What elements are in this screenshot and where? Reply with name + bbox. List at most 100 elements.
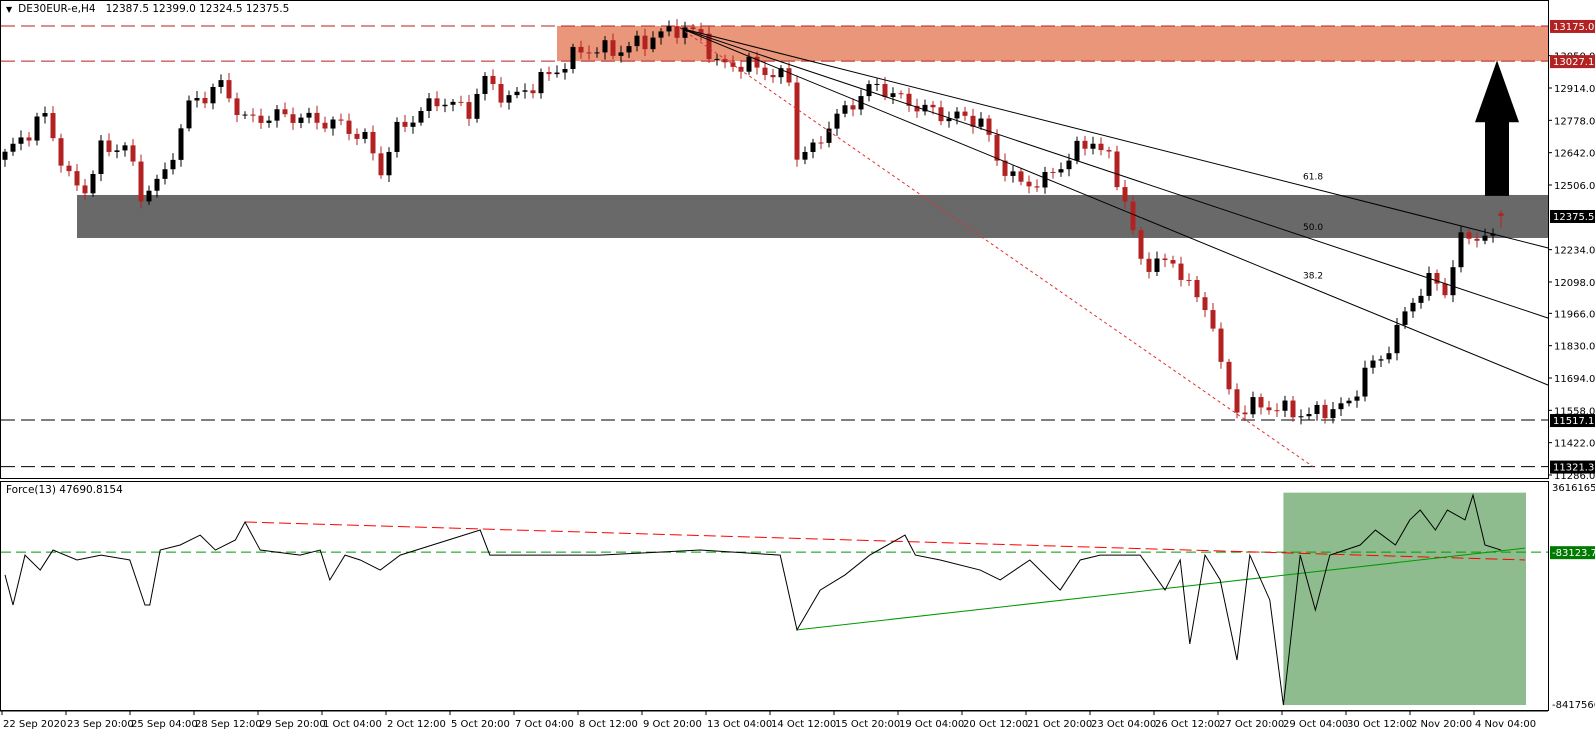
candle-body [1042, 171, 1048, 188]
candle-body [66, 165, 72, 172]
x-axis-label: 2 Nov 20:00 [1411, 719, 1472, 730]
candle-body [802, 151, 808, 160]
x-axis-label: 4 Nov 04:00 [1475, 719, 1536, 730]
candle-body [10, 143, 16, 152]
candle-body [1322, 404, 1328, 419]
candle-body [1290, 400, 1296, 418]
force-highlight-zone [1283, 492, 1526, 706]
candle-body [306, 112, 312, 118]
candle-body [1050, 171, 1056, 173]
candle-body [1482, 235, 1488, 241]
candle-body [82, 185, 88, 194]
candle-body [1098, 143, 1104, 151]
candle-body [1298, 416, 1304, 418]
x-axis-label: 5 Oct 20:00 [451, 719, 510, 730]
candle-body [418, 111, 424, 123]
chart-title: ▼ DE30EUR-e,H4 12387.5 12399.0 12324.5 1… [6, 3, 289, 15]
candle-body [434, 98, 440, 107]
price-tag-label: 11517.1 [1553, 416, 1594, 427]
x-axis-label: 19 Oct 04:00 [899, 719, 964, 730]
candle-body [762, 67, 768, 76]
x-axis-label: 23 Sep 20:00 [67, 719, 134, 730]
candle-body [1394, 324, 1400, 354]
candle-body [1186, 279, 1192, 281]
candle-body [842, 105, 848, 114]
candle-body [50, 113, 56, 139]
candle-body [1090, 143, 1096, 149]
triangle-down-icon[interactable]: ▼ [6, 5, 12, 14]
candle-body [650, 37, 656, 50]
candle-body [338, 119, 344, 121]
candle-body [74, 171, 80, 186]
ohlc-readout: 12387.5 12399.0 12324.5 12375.5 [105, 3, 290, 15]
x-axis-label: 25 Sep 04:00 [131, 719, 198, 730]
indicator-title: Force(13) 47690.8154 [6, 484, 123, 496]
candle-body [658, 31, 664, 38]
candle-body [1018, 171, 1024, 182]
candle-body [194, 97, 200, 101]
candle-body [346, 120, 352, 134]
x-axis-label: 22 Sep 2020 [3, 719, 66, 730]
candle-body [282, 109, 288, 115]
candle-body [1130, 201, 1136, 231]
candle-body [570, 46, 576, 69]
candle-body [610, 40, 616, 56]
candle-body [530, 90, 536, 94]
candle-body [546, 72, 552, 75]
price-tag-label: 13027.1 [1553, 57, 1594, 68]
candle-body [146, 190, 152, 202]
candle-body [1066, 160, 1072, 170]
candle-body [322, 122, 328, 129]
candle-body [890, 93, 896, 97]
candle-body [18, 137, 24, 144]
candle-body [1378, 359, 1384, 361]
candle-body [98, 140, 104, 174]
candle-body [114, 150, 120, 152]
candle-body [442, 104, 448, 107]
x-axis-label: 14 Oct 12:00 [771, 719, 836, 730]
candle-body [1058, 169, 1064, 173]
candle-body [154, 178, 160, 191]
candle-body [1210, 310, 1216, 329]
candle-body [930, 104, 936, 108]
candle-body [170, 159, 176, 170]
candle-body [1034, 186, 1040, 188]
candle-body [1362, 367, 1368, 397]
candle-body [250, 114, 256, 116]
y-axis-label: 12506.0 [1554, 181, 1595, 192]
candle-body [818, 142, 824, 144]
candle-body [514, 91, 520, 96]
fib-fan-label: 38.2 [1303, 272, 1323, 282]
candle-body [1442, 283, 1448, 296]
fib-fan-label: 50.0 [1303, 223, 1323, 233]
candle-body [1282, 400, 1288, 411]
candle-body [1402, 311, 1408, 325]
candle-body [850, 105, 856, 110]
candle-body [42, 113, 48, 117]
candle-body [1138, 230, 1144, 259]
price-tag-label: 12375.5 [1553, 212, 1594, 223]
y-axis-label: 12098.0 [1554, 278, 1595, 289]
candle-body [1474, 238, 1480, 241]
candle-body [578, 46, 584, 53]
candle-body [602, 40, 608, 53]
candle-body [746, 56, 752, 72]
y-axis-label: 11830.0 [1554, 342, 1595, 353]
candle-body [450, 101, 456, 105]
candle-body [594, 52, 600, 54]
candle-body [234, 98, 240, 116]
symbol-label: DE30EUR-e,H4 [18, 3, 96, 15]
candle-body [162, 169, 168, 179]
y-axis-label: 11694.0 [1554, 374, 1595, 385]
candle-body [178, 128, 184, 160]
candle-body [994, 134, 1000, 161]
resistance-zone [557, 25, 1548, 62]
candle-body [1274, 410, 1280, 412]
candle-body [626, 46, 632, 53]
x-axis-label: 29 Oct 04:00 [1283, 719, 1348, 730]
candle-body [674, 26, 680, 38]
candle-body [186, 100, 192, 129]
y-axis-label: 11966.0 [1554, 309, 1595, 320]
candle-body [202, 97, 208, 104]
candle-body [874, 83, 880, 85]
